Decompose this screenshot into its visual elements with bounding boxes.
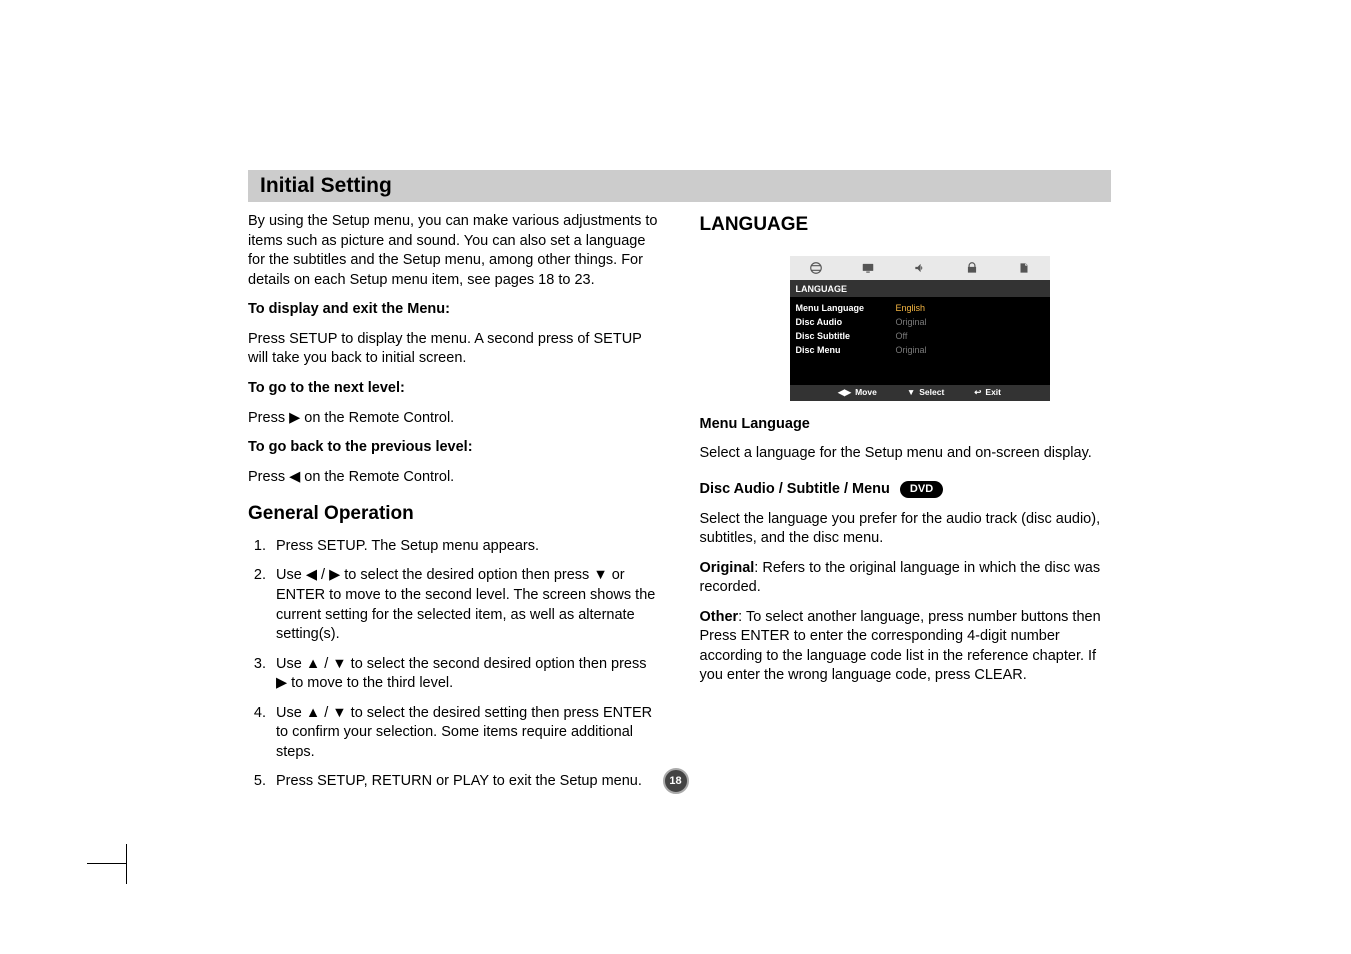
right-arrow-icon: ▶ (289, 410, 300, 426)
general-operation-steps: Press SETUP. The Setup menu appears. Use… (248, 537, 660, 792)
down-arrow-icon: ▼ (332, 656, 346, 672)
menu-tab-bar (790, 256, 1050, 281)
menu-row: Disc Menu Original (790, 343, 1050, 357)
prev-level-body: Press ◀ on the Remote Control. (248, 468, 660, 488)
right-column: LANGUAGE LANGUAGE Menu Language English (700, 212, 1112, 802)
text: Press (248, 469, 289, 485)
footer-select: ▼ Select (907, 387, 944, 398)
other-paragraph: Other: To select another language, press… (700, 608, 1112, 686)
original-label: Original (700, 560, 755, 576)
text: to move to the third level. (287, 675, 453, 691)
left-arrow-icon: ◀ (306, 567, 317, 583)
menu-row-value: Off (896, 330, 908, 342)
down-arrow-icon: ▼ (593, 567, 607, 583)
setup-menu-screenshot: LANGUAGE Menu Language English Disc Audi… (790, 256, 1050, 401)
text: : Refers to the original language in whi… (700, 560, 1101, 596)
crop-mark-icon (86, 844, 127, 884)
menu-row-label: Disc Menu (796, 344, 896, 356)
step-2: Use ◀ / ▶ to select the desired option t… (270, 566, 660, 644)
menu-row: Disc Audio Original (790, 315, 1050, 329)
menu-language-title: Menu Language (700, 415, 1112, 435)
text: on the Remote Control. (300, 410, 454, 426)
up-arrow-icon: ▲ (306, 705, 320, 721)
up-arrow-icon: ▲ (306, 656, 320, 672)
general-operation-heading: General Operation (248, 501, 660, 527)
menu-row-value: Original (896, 316, 927, 328)
tab-audio-icon (894, 256, 946, 280)
left-arrow-icon: ◀ (289, 469, 300, 485)
menu-row-label: Disc Subtitle (796, 330, 896, 342)
step-3: Use ▲ / ▼ to select the second desired o… (270, 655, 660, 694)
menu-row-value: English (896, 302, 926, 314)
disc-asm-body: Select the language you prefer for the a… (700, 510, 1112, 549)
menu-row-label: Disc Audio (796, 316, 896, 328)
tab-other-icon (998, 256, 1050, 280)
text: to select the desired option then press (340, 567, 593, 583)
two-column-layout: By using the Setup menu, you can make va… (248, 212, 1111, 802)
next-level-title: To go to the next level: (248, 379, 660, 399)
text: to select the second desired option then… (347, 656, 647, 672)
down-arrow-icon: ▼ (907, 387, 915, 398)
lr-arrow-icon: ◀▶ (838, 387, 851, 398)
text: Disc Audio / Subtitle / Menu (700, 481, 890, 497)
next-level-body: Press ▶ on the Remote Control. (248, 409, 660, 429)
menu-row-value: Original (896, 344, 927, 356)
display-exit-title: To display and exit the Menu: (248, 300, 660, 320)
dvd-badge: DVD (900, 481, 943, 498)
menu-language-body: Select a language for the Setup menu and… (700, 444, 1112, 464)
tab-display-icon (842, 256, 894, 280)
step-4: Use ▲ / ▼ to select the desired setting … (270, 704, 660, 763)
text: Use (276, 567, 306, 583)
display-exit-body: Press SETUP to display the menu. A secon… (248, 330, 660, 369)
language-heading: LANGUAGE (700, 212, 1112, 238)
menu-row-label: Menu Language (796, 302, 896, 314)
menu-footer: ◀▶ Move ▼ Select ↩ Exit (790, 385, 1050, 400)
footer-move: ◀▶ Move (838, 387, 877, 398)
step-1: Press SETUP. The Setup menu appears. (270, 537, 660, 557)
text: Use (276, 705, 306, 721)
text: Move (855, 387, 877, 398)
tab-language-icon (790, 256, 842, 280)
menu-row: Disc Subtitle Off (790, 329, 1050, 343)
text: Exit (985, 387, 1001, 398)
other-label: Other (700, 609, 739, 625)
right-arrow-icon: ▶ (329, 567, 340, 583)
tab-lock-icon (946, 256, 998, 280)
menu-row: Menu Language English (790, 301, 1050, 315)
disc-asm-title: Disc Audio / Subtitle / Menu DVD (700, 480, 1112, 500)
down-arrow-icon: ▼ (332, 705, 346, 721)
right-arrow-icon: ▶ (276, 675, 287, 691)
intro-paragraph: By using the Setup menu, you can make va… (248, 212, 660, 290)
prev-level-title: To go back to the previous level: (248, 438, 660, 458)
footer-exit: ↩ Exit (974, 387, 1001, 398)
page-number-badge: 18 (663, 768, 689, 794)
return-icon: ↩ (974, 387, 981, 398)
page-content: Initial Setting By using the Setup menu,… (0, 0, 1351, 802)
text: Use (276, 656, 306, 672)
text: Select (919, 387, 944, 398)
original-paragraph: Original: Refers to the original languag… (700, 559, 1112, 598)
step-5: Press SETUP, RETURN or PLAY to exit the … (270, 772, 660, 792)
menu-body: Menu Language English Disc Audio Origina… (790, 297, 1050, 386)
section-title: Initial Setting (248, 170, 1111, 202)
menu-category-label: LANGUAGE (790, 281, 1050, 297)
text: Press (248, 410, 289, 426)
text: on the Remote Control. (300, 469, 454, 485)
left-column: By using the Setup menu, you can make va… (248, 212, 660, 802)
text: : To select another language, press numb… (700, 609, 1101, 684)
